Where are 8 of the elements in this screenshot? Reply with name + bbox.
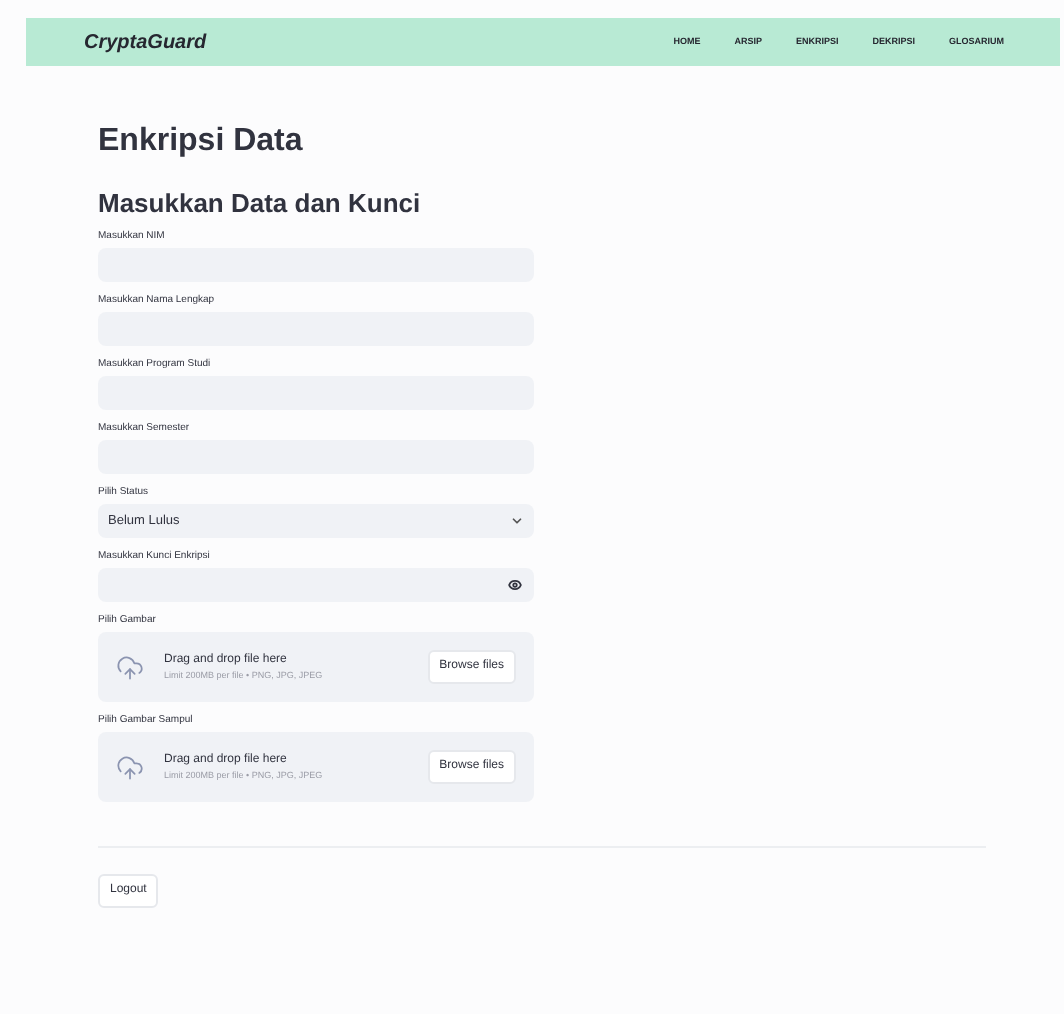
brand-logo[interactable]: CryptaGuard [84, 27, 207, 57]
section-heading: Masukkan Data dan Kunci [98, 188, 423, 220]
eye-icon[interactable] [508, 578, 522, 592]
chevron-down-icon [510, 514, 524, 528]
cloud-upload-icon [116, 753, 144, 781]
page-title: Enkripsi Data [98, 122, 305, 162]
cloud-upload-icon [116, 653, 144, 681]
password-field[interactable] [98, 568, 534, 602]
